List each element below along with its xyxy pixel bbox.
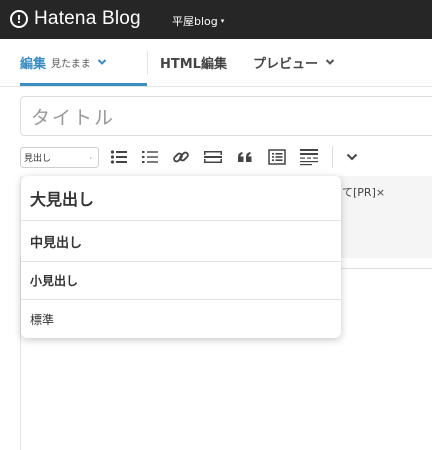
tab-html-edit[interactable]: HTML編集 bbox=[160, 39, 227, 85]
tab-preview[interactable]: プレビュー bbox=[253, 39, 335, 85]
format-option-heading-medium[interactable]: 中見出し bbox=[21, 221, 341, 262]
format-option-label: 中見出し bbox=[30, 235, 83, 251]
numbered-list-icon[interactable] bbox=[139, 146, 161, 168]
tab-html-label: HTML編集 bbox=[160, 56, 227, 72]
tab-edit-label: 編集 bbox=[20, 56, 47, 72]
format-option-label: 大見出し bbox=[30, 190, 95, 209]
app-title: Hatena Blog bbox=[34, 8, 141, 29]
active-tab-indicator bbox=[20, 83, 147, 86]
editor-tabs: 編集 見たまま HTML編集 プレビュー bbox=[0, 39, 432, 87]
more-tools-chevron-icon[interactable] bbox=[341, 146, 363, 168]
bullet-list-icon[interactable] bbox=[108, 146, 130, 168]
format-option-heading-large[interactable]: 大見出し bbox=[21, 176, 341, 221]
title-input[interactable]: タイトル bbox=[20, 96, 432, 136]
format-option-label: 標準 bbox=[30, 312, 55, 327]
link-icon[interactable] bbox=[170, 146, 192, 168]
format-select[interactable]: 見出し · bbox=[20, 147, 99, 168]
blockquote-icon[interactable] bbox=[234, 146, 256, 168]
tab-edit[interactable]: 編集 見たまま bbox=[20, 39, 147, 85]
tab-preview-label: プレビュー bbox=[253, 56, 319, 72]
hatena-blog-logo[interactable]: ! Hatena Blog bbox=[10, 8, 141, 30]
tab-edit-mode: 見たまま bbox=[51, 58, 91, 70]
format-select-value: 見出し bbox=[24, 154, 52, 164]
blog-selector[interactable]: 平屋blog ▾ bbox=[172, 13, 224, 29]
title-placeholder: タイトル bbox=[31, 106, 116, 129]
format-dropdown-menu: 大見出し 中見出し 小見出し 標準 bbox=[21, 176, 341, 338]
chevron-down-icon bbox=[325, 59, 335, 65]
tab-divider bbox=[147, 51, 148, 75]
chevron-down-icon bbox=[97, 59, 106, 65]
toolbar-divider bbox=[332, 146, 333, 168]
blog-caret-icon: ▾ bbox=[220, 17, 225, 25]
hatena-logo-icon: ! bbox=[10, 10, 28, 28]
format-option-label: 小見出し bbox=[30, 274, 79, 288]
table-of-contents-icon[interactable] bbox=[266, 146, 288, 168]
ad-text[interactable]: て[PR]× bbox=[342, 184, 385, 200]
top-bar: ! Hatena Blog 平屋blog ▾ bbox=[0, 0, 432, 39]
logo-glyph: ! bbox=[16, 12, 22, 26]
format-select-caret-icon: · bbox=[89, 154, 92, 163]
editor-toolbar: 見出し · bbox=[20, 144, 432, 170]
blog-name: 平屋blog bbox=[172, 15, 218, 28]
format-option-normal[interactable]: 標準 bbox=[21, 300, 341, 338]
read-more-icon[interactable] bbox=[298, 146, 320, 168]
horizontal-rule-icon[interactable] bbox=[202, 146, 224, 168]
format-option-heading-small[interactable]: 小見出し bbox=[21, 262, 341, 300]
